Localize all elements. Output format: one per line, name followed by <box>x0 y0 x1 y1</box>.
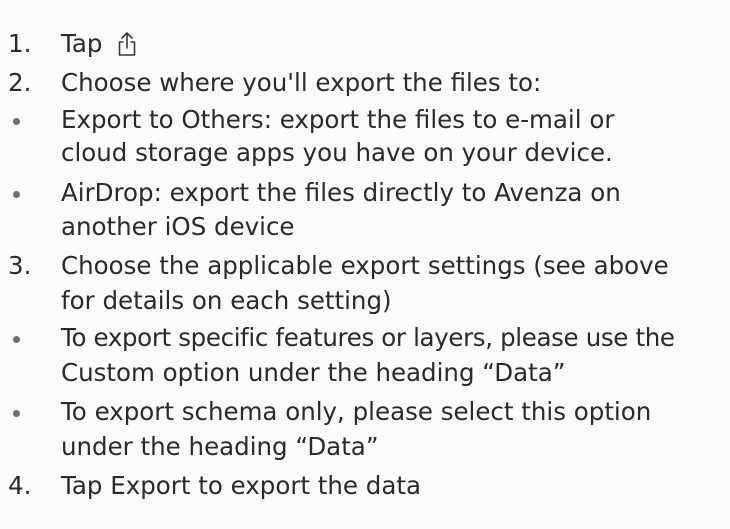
list-item-text: Tap <box>61 28 140 60</box>
list-item-text: for details on each setting) <box>61 286 392 315</box>
list-item-text: Custom option under the heading “Data” <box>61 358 566 387</box>
list-item-text: under the heading “Data” <box>61 432 379 461</box>
list-number: 1. <box>8 29 32 58</box>
list-number: 3. <box>8 251 32 280</box>
list-item-text: Choose the applicable export settings (s… <box>61 251 669 280</box>
step-text: Tap <box>61 29 103 58</box>
share-icon <box>118 32 136 56</box>
list-number: 4. <box>8 471 32 500</box>
list-item-text: To export schema only, please select thi… <box>61 397 652 426</box>
bullet-icon <box>13 118 20 125</box>
list-item-text: To export specific features or layers, p… <box>61 323 675 352</box>
list-item-text: Export to Others: export the files to e-… <box>61 105 615 134</box>
list-item-text: Choose where you'll export the files to: <box>61 68 542 97</box>
list-item-text: another iOS device <box>61 212 295 241</box>
bullet-icon <box>13 191 20 198</box>
bullet-icon <box>13 336 20 343</box>
list-item-text: Tap Export to export the data <box>61 471 421 500</box>
list-number: 2. <box>8 68 32 97</box>
bullet-icon <box>13 410 20 417</box>
list-item-text: cloud storage apps you have on your devi… <box>61 138 613 167</box>
list-item-text: AirDrop: export the files directly to Av… <box>61 178 621 207</box>
